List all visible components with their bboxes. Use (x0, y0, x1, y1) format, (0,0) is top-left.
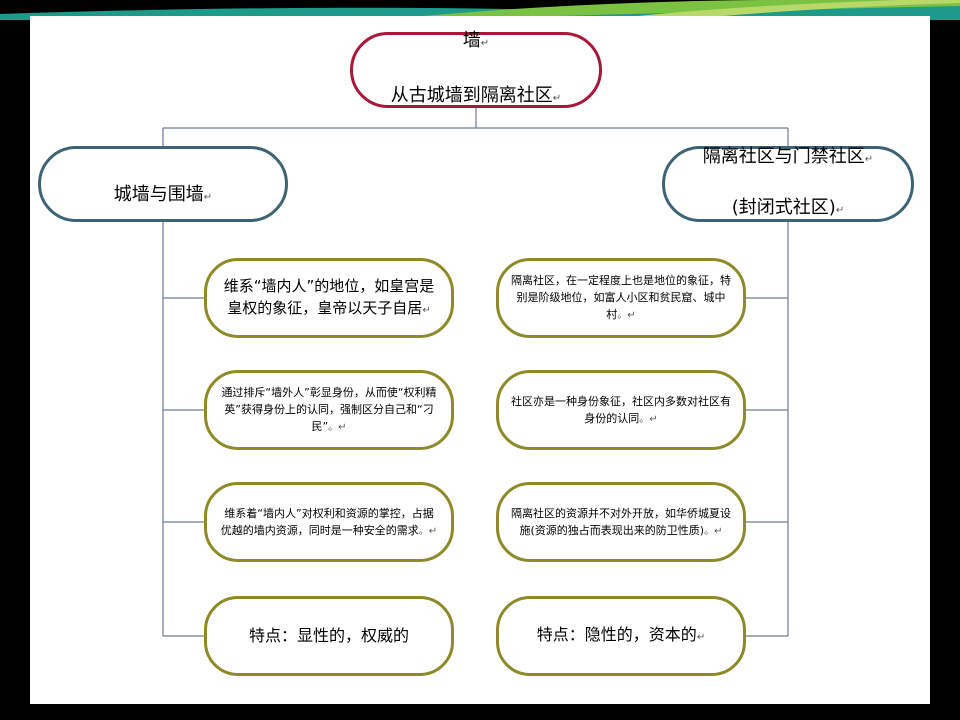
return-mark: ↵ (338, 422, 347, 433)
return-mark: ↵ (696, 631, 706, 643)
return-mark: ↵ (627, 310, 636, 321)
right-leaf-4-text: 特点：隐性的，资本的 (536, 624, 697, 644)
return-mark: ↵ (864, 154, 874, 165)
slide: 墙↵ 从古城墙到隔离社区↵ 城墙与围墙↵ 隔离社区与门禁社区↵ (封闭式社区)↵… (30, 16, 930, 704)
period-mark: 。 (328, 422, 339, 433)
return-mark: ↵ (480, 38, 490, 49)
branch-node-left: 城墙与围墙↵ (38, 146, 288, 222)
right-leaf-2-text: 社区亦是一种身份象征，社区内多数对社区有身份的认同 (511, 394, 731, 425)
period-mark: 。 (418, 525, 429, 537)
left-leaf-2: 通过排斥“墙外人”彰显身份，从而使“权利精英”获得身份上的认同，强制区分自己和“… (204, 370, 454, 450)
return-mark: ↵ (835, 205, 845, 216)
left-leaf-3-text: 维系着“墙内人”对权利和资源的掌控，占据优越的墙内资源，同时是一种安全的需求 (220, 506, 434, 537)
right-leaf-1: 隔离社区，在一定程度上也是地位的象征，特别是阶级地位，如富人小区和贫民窟、城中村… (496, 258, 746, 338)
period-mark: 。 (704, 525, 715, 537)
branch-left-label: 城墙与围墙 (113, 183, 204, 205)
return-mark: ↵ (428, 525, 438, 537)
left-leaf-3: 维系着“墙内人”对权利和资源的掌控，占据优越的墙内资源，同时是一种安全的需求。↵ (204, 482, 454, 562)
left-leaf-1: 维系“墙内人”的地位，如皇宫是皇权的象征，皇帝以天子自居↵ (204, 258, 454, 338)
branch-node-right: 隔离社区与门禁社区↵ (封闭式社区)↵ (662, 146, 914, 222)
right-leaf-2: 社区亦是一种身份象征，社区内多数对社区有身份的认同。↵ (496, 370, 746, 450)
return-mark: ↵ (714, 525, 723, 537)
left-leaf-1-text: 维系“墙内人”的地位，如皇宫是皇权的象征，皇帝以天子自居 (223, 276, 435, 317)
right-leaf-3-text: 隔离社区的资源并不对外开放，如华侨城夏设施(资源的独占而表现出来的防卫性质) (511, 506, 731, 537)
right-leaf-4: 特点：隐性的，资本的↵ (496, 596, 746, 676)
period-mark: 。 (617, 310, 628, 321)
left-leaf-4-text: 特点：显性的，权威的 (248, 626, 409, 645)
right-leaf-3: 隔离社区的资源并不对外开放，如华侨城夏设施(资源的独占而表现出来的防卫性质)。↵ (496, 482, 746, 562)
branch-right-line-1: 隔离社区与门禁社区 (702, 146, 865, 167)
return-mark: ↵ (552, 93, 562, 104)
title-line-2: 从古城墙到隔离社区 (390, 85, 553, 106)
left-leaf-4: 特点：显性的，权威的 (204, 596, 454, 676)
title-node: 墙↵ 从古城墙到隔离社区↵ (350, 30, 602, 108)
return-mark: ↵ (203, 191, 213, 203)
period-mark: 。 (639, 413, 650, 425)
return-mark: ↵ (649, 413, 658, 425)
branch-right-line-2: (封闭式社区) (731, 197, 836, 218)
title-line-1: 墙 (462, 30, 481, 51)
return-mark: ↵ (422, 304, 431, 316)
